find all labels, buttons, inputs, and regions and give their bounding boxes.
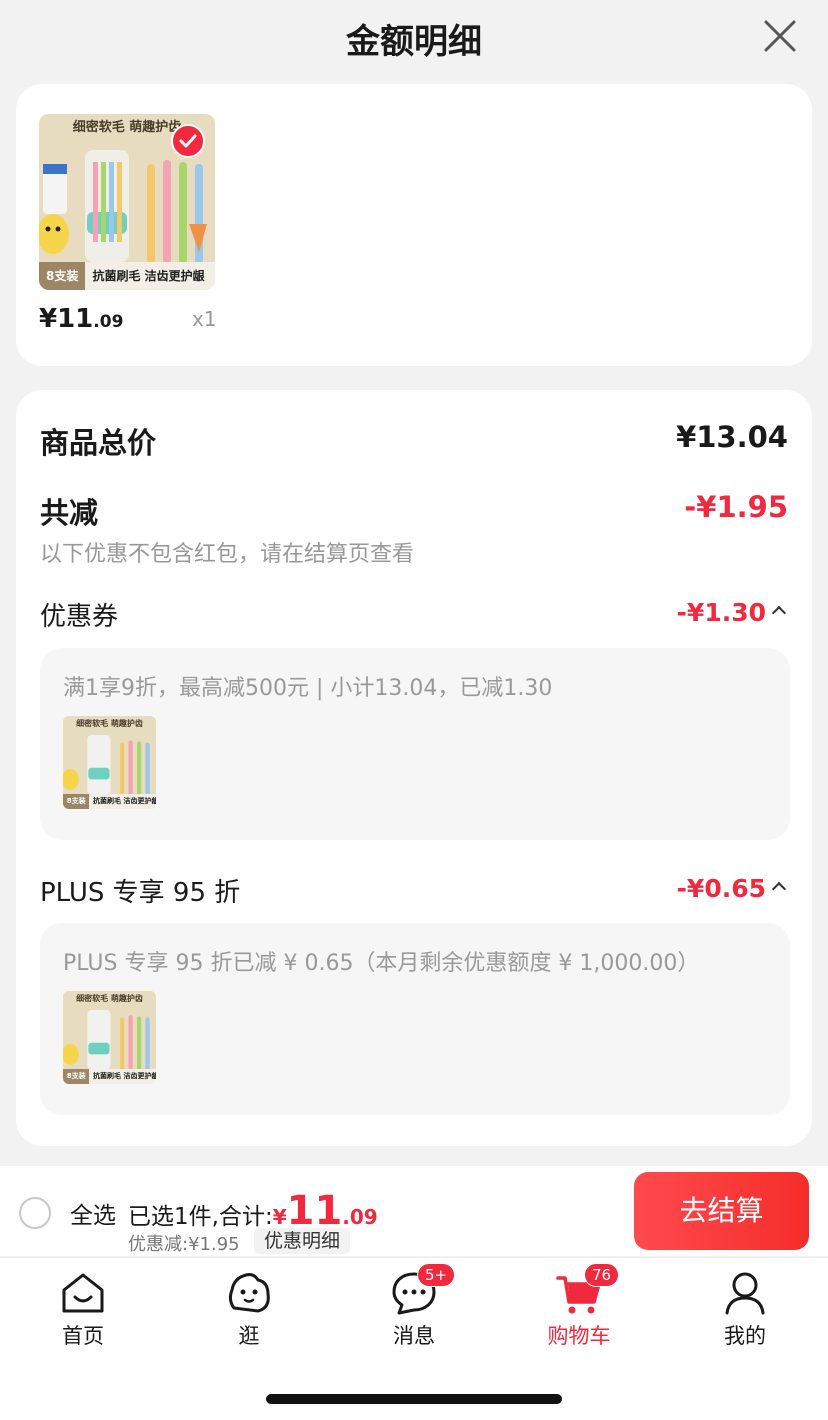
price-int: 11 bbox=[57, 304, 94, 334]
plus-detail-text: PLUS 专享 95 折已减 ¥ 0.65（本月剩余优惠额度 ¥ 1,000.0… bbox=[63, 951, 700, 976]
discount-detail-chip[interactable]: 优惠明细 bbox=[254, 1228, 351, 1254]
plus-discount-label: PLUS 专享 95 折 bbox=[40, 878, 241, 908]
coupon-toggle[interactable]: -¥1.30 bbox=[676, 598, 787, 627]
price-dec: .09 bbox=[93, 312, 124, 332]
sum-dec: .09 bbox=[342, 1205, 378, 1229]
home-icon bbox=[62, 1273, 104, 1313]
checkout-bar: 全选 已选1件,合计:¥11.09 优惠减:¥1.95 优惠明细 去结算 bbox=[0, 1166, 828, 1256]
thumbnail-ribbon-text: 抗菌刷毛 洁齿更护龈 bbox=[93, 797, 156, 806]
tab-label-explore: 逛 bbox=[238, 1324, 260, 1348]
coupon-detail-box: 满1享9折，最高减500元 | 小计13.04，已减1.30 细密软毛 萌趣护齿… bbox=[40, 648, 790, 840]
product-card: 细密软毛 萌趣护齿 8支装 抗菌刷毛 洁齿更护龈 ¥11.09 x1 bbox=[16, 84, 812, 366]
thumbnail-ribbon-top: 细密软毛 萌趣护齿 bbox=[76, 719, 143, 728]
coupon-value: -¥1.30 bbox=[676, 598, 766, 627]
product-ribbon-bottom: 8支装 抗菌刷毛 洁齿更护龈 bbox=[39, 261, 215, 290]
thumbnail-ribbon-top: 细密软毛 萌趣护齿 bbox=[76, 994, 143, 1003]
profile-icon bbox=[725, 1272, 765, 1315]
thumbnail-ribbon-text: 抗菌刷毛 洁齿更护龈 bbox=[93, 1072, 156, 1081]
selected-count-text: 已选1件,合计: bbox=[128, 1204, 273, 1230]
select-all-label[interactable]: 全选 bbox=[70, 1196, 116, 1230]
sum-price: ¥11.09 bbox=[272, 1188, 378, 1234]
coupon-detail-text: 满1享9折，最高减500元 | 小计13.04，已减1.30 bbox=[63, 676, 553, 701]
tab-label-cart: 购物车 bbox=[547, 1324, 611, 1348]
explore-face-icon bbox=[228, 1273, 270, 1313]
product-count-tag: 8支装 bbox=[39, 261, 86, 290]
chevron-up-icon bbox=[771, 605, 787, 621]
checkout-button[interactable]: 去结算 bbox=[634, 1172, 809, 1250]
chevron-up-icon bbox=[771, 881, 787, 897]
tab-cart[interactable]: 76 购物车 bbox=[524, 1263, 634, 1354]
price-symbol: ¥ bbox=[39, 304, 58, 334]
thumbnail-count-tag: 8支装 bbox=[63, 794, 90, 809]
thumbnail-count-tag: 8支装 bbox=[63, 1069, 90, 1084]
coupon-product-thumbnail: 细密软毛 萌趣护齿 8支装 抗菌刷毛 洁齿更护龈 bbox=[63, 716, 156, 809]
tab-label-profile: 我的 bbox=[724, 1324, 766, 1348]
product-image[interactable]: 细密软毛 萌趣护齿 8支装 抗菌刷毛 洁齿更护龈 bbox=[39, 114, 215, 290]
tab-profile[interactable]: 我的 bbox=[690, 1268, 800, 1354]
tab-home[interactable]: 首页 bbox=[28, 1268, 138, 1354]
sum-currency: ¥ bbox=[272, 1205, 287, 1229]
tab-messages[interactable]: 5+ 消息 bbox=[359, 1263, 469, 1354]
tab-label-messages: 消息 bbox=[393, 1324, 435, 1348]
selected-check-icon[interactable] bbox=[171, 124, 205, 158]
close-icon[interactable] bbox=[762, 18, 798, 54]
product-quantity: x1 bbox=[192, 307, 217, 331]
total-reduction-label: 共减 bbox=[40, 496, 99, 530]
plus-discount-value: -¥0.65 bbox=[676, 874, 766, 903]
discount-summary: 优惠减:¥1.95 bbox=[128, 1234, 240, 1255]
thumbnail-ribbon-bottom: 8支装 抗菌刷毛 洁齿更护龈 bbox=[63, 1069, 156, 1084]
plus-product-thumbnail: 细密软毛 萌趣护齿 8支装 抗菌刷毛 洁齿更护龈 bbox=[63, 991, 156, 1084]
total-reduction-value: -¥1.95 bbox=[684, 490, 788, 524]
home-indicator bbox=[266, 1394, 562, 1404]
red-packet-note: 以下优惠不包含红包，请在结算页查看 bbox=[40, 542, 415, 567]
header: 金额明细 bbox=[0, 0, 828, 84]
coupon-label: 优惠券 bbox=[40, 602, 119, 632]
cart-badge: 76 bbox=[584, 1263, 620, 1287]
tab-label-home: 首页 bbox=[62, 1324, 104, 1348]
price-summary-card: 商品总价 ¥13.04 共减 -¥1.95 以下优惠不包含红包，请在结算页查看 … bbox=[16, 390, 812, 1146]
thumbnail-ribbon-bottom: 8支装 抗菌刷毛 洁齿更护龈 bbox=[63, 794, 156, 809]
plus-detail-box: PLUS 专享 95 折已减 ¥ 0.65（本月剩余优惠额度 ¥ 1,000.0… bbox=[40, 923, 790, 1115]
message-badge: 5+ bbox=[417, 1263, 456, 1287]
product-ribbon-text: 抗菌刷毛 洁齿更护龈 bbox=[92, 268, 205, 283]
tab-explore[interactable]: 逛 bbox=[194, 1268, 304, 1354]
select-all-radio[interactable] bbox=[19, 1197, 51, 1229]
product-price: ¥11.09 bbox=[39, 304, 123, 334]
total-price-label: 商品总价 bbox=[40, 426, 157, 460]
total-price-value: ¥13.04 bbox=[676, 420, 788, 454]
page-title: 金额明细 bbox=[346, 22, 482, 62]
plus-discount-toggle[interactable]: -¥0.65 bbox=[676, 874, 787, 903]
